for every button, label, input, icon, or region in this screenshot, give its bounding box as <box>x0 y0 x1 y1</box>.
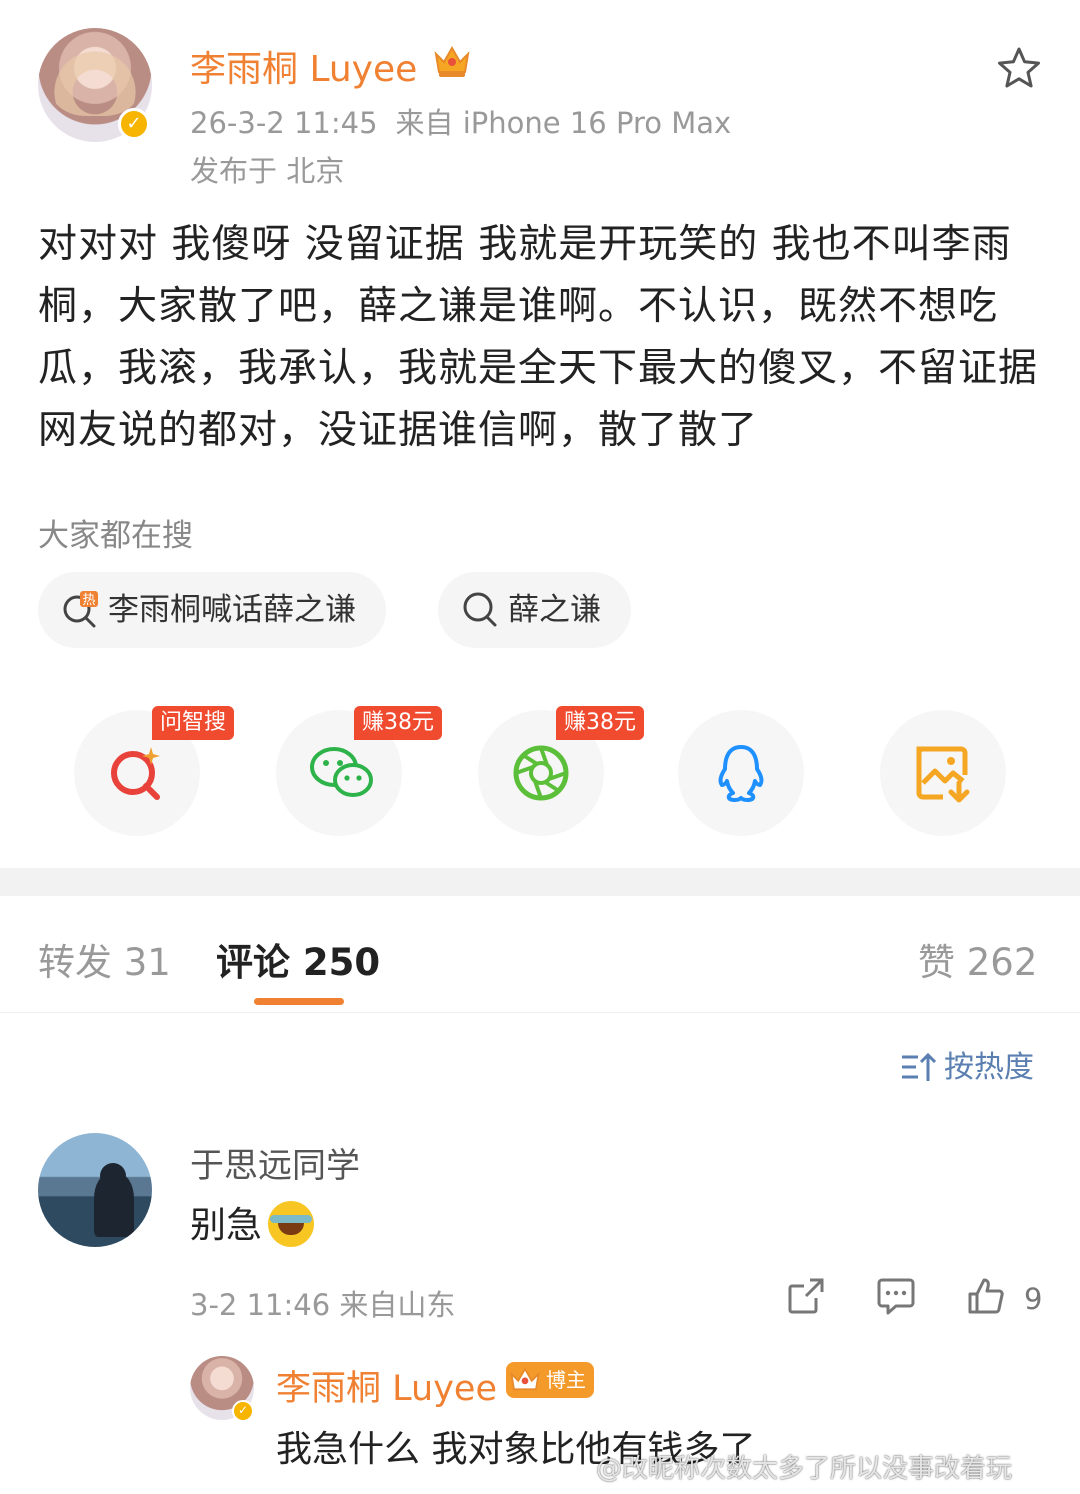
verified-badge-icon: ✓ <box>232 1400 254 1422</box>
sort-icon <box>902 1052 937 1081</box>
author-badge: 博主 <box>506 1362 594 1398</box>
laugh-cry-emoji-icon <box>268 1201 315 1247</box>
search-chip-2[interactable]: 薛之谦 <box>438 572 631 648</box>
comment-like-count: 9 <box>1024 1282 1043 1316</box>
moments-reward-tag: 赚38元 <box>556 706 644 740</box>
reply-icon[interactable] <box>876 1276 916 1316</box>
watermark: @改昵称次数太多了所以没事改着玩 <box>596 1454 1013 1484</box>
tab-comment[interactable]: 评论 250 <box>216 932 380 986</box>
author-name[interactable]: 李雨桐 Luyee <box>190 40 417 92</box>
comment-body: 别急 <box>190 1205 263 1246</box>
share-icon[interactable] <box>786 1276 826 1316</box>
commenter-avatar[interactable] <box>38 1133 152 1247</box>
crown-icon <box>434 45 470 77</box>
sort-label: 按热度 <box>944 1050 1034 1085</box>
post-time: 26-3-2 11:45 <box>190 106 378 140</box>
save-image-button[interactable] <box>880 710 1006 836</box>
search-section-title: 大家都在搜 <box>38 518 193 554</box>
search-icon <box>463 592 497 626</box>
ai-search-icon <box>111 747 160 800</box>
tab-repost[interactable]: 转发 31 <box>38 932 171 986</box>
tab-like[interactable]: 赞 262 <box>918 932 1037 986</box>
like-icon[interactable] <box>966 1276 1006 1316</box>
post-meta: 26-3-2 11:45 来自 iPhone 16 Pro Max <box>190 100 731 142</box>
post-source: 来自 iPhone 16 Pro Max <box>395 106 732 140</box>
search-chip-1[interactable]: 热 李雨桐喊话薛之谦 <box>38 572 386 648</box>
ai-search-tag: 问智搜 <box>152 706 235 740</box>
post-body: 对对对 我傻呀 没留证据 我就是开玩笑的 我也不叫李雨桐，大家散了吧，薛之谦是谁… <box>38 222 1039 453</box>
qq-share-button[interactable] <box>678 710 804 836</box>
crown-icon <box>510 1367 540 1391</box>
comment-text: 别急 <box>190 1196 315 1248</box>
author-badge-label: 博主 <box>546 1368 586 1392</box>
tab-divider <box>0 1012 1080 1013</box>
verified-badge-icon: ✓ <box>118 108 150 140</box>
post-location: 发布于 北京 <box>190 154 345 188</box>
search-chip-label: 李雨桐喊话薛之谦 <box>108 592 356 628</box>
sort-by-hot-button[interactable]: 按热度 <box>900 1042 1034 1086</box>
wechat-icon <box>310 747 373 797</box>
hot-search-icon: 热 <box>63 590 98 627</box>
commenter-name[interactable]: 于思远同学 <box>190 1138 360 1187</box>
save-image-icon <box>916 746 970 803</box>
active-tab-indicator <box>254 998 344 1005</box>
favorite-star-icon[interactable] <box>996 46 1042 90</box>
wechat-reward-tag: 赚38元 <box>354 706 442 740</box>
reply-author-name[interactable]: 李雨桐 Luyee <box>276 1360 497 1411</box>
svg-text:热: 热 <box>82 593 95 608</box>
section-divider <box>0 868 1080 896</box>
moments-icon <box>513 745 569 801</box>
search-chip-label: 薛之谦 <box>508 592 601 628</box>
qq-icon <box>718 745 764 802</box>
comment-meta: 3-2 11:46 来自山东 <box>190 1288 456 1322</box>
